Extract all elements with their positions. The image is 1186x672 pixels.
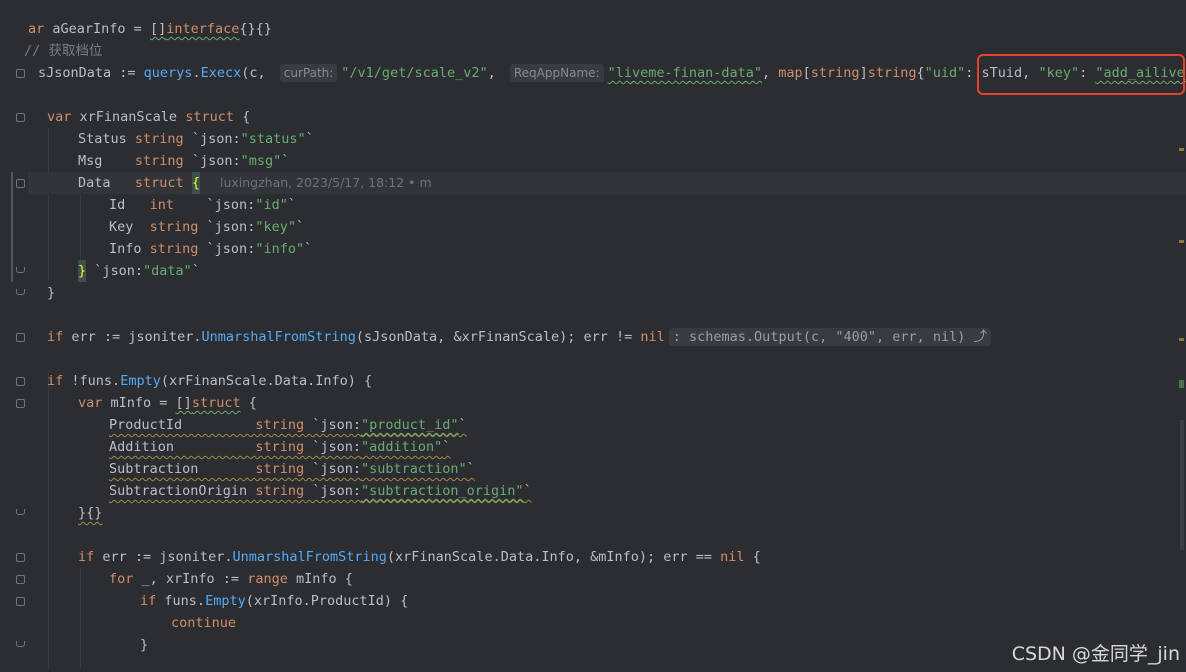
code-line-13: } [47,285,56,301]
matched-brace: { [191,172,200,194]
code-line-7: Msg string `json: "msg" ` [78,153,290,169]
code-line-19: ProductId string `json: "product_id" ` [109,417,467,433]
folded-code-block[interactable]: : schemas.Output(c, "400", err, nil) ⤴ [668,328,992,346]
vcs-change-marker [11,172,13,282]
code-line-21: Subtraction string `json: "subtraction" ` [109,461,475,477]
code-editor[interactable]: ar aGearInfo = [] interface{}{} // 获取档位 s… [0,0,1186,672]
code-line-26: for _, xrInfo := range mInfo { [109,571,353,587]
scrollbar-warning-marker[interactable] [1179,148,1184,151]
scrollbar-warning-marker[interactable] [1179,240,1184,243]
fold-toggle-icon[interactable] [16,553,25,562]
code-line-1: ar aGearInfo = [] interface{}{} [28,21,272,37]
fold-toggle-icon[interactable] [16,399,25,408]
code-line-8-current: Data struct {luxingzhan, 2023/5/17, 18:1… [28,172,1186,194]
scrollbar-marker[interactable] [1179,380,1184,388]
scrollbar-warning-marker[interactable] [1179,338,1184,341]
code-line-10: Key string `json: "key" ` [109,219,305,235]
param-hint-reqappname: ReqAppName: [509,64,604,82]
code-line-22: SubtractionOrigin string `json: "subtract… [109,483,532,499]
code-line-12: } `json: "data" ` [78,260,200,282]
code-line-18: var mInfo = [] struct { [78,395,257,411]
indent-guide [80,194,81,260]
fold-toggle-icon[interactable] [16,597,25,606]
indent-guide [80,568,81,668]
git-blame-annotation: luxingzhan, 2023/5/17, 18:12 • m [219,175,432,190]
fold-toggle-icon[interactable] [16,69,25,78]
scrollbar-thumb[interactable] [1180,420,1184,550]
indent-guide [48,128,49,282]
code-line-17: if ! funs. Empty (xrFinanScale.Data.Info) { [47,373,373,389]
csdn-watermark: CSDN @金同学_jin [1011,643,1180,665]
fold-end-icon[interactable] [16,509,25,515]
code-line-29: } [140,637,149,653]
fold-toggle-icon[interactable] [16,377,25,386]
code-line-27: if funs. Empty (xrInfo.ProductId) { [140,593,409,609]
fold-end-icon[interactable] [16,289,25,295]
code-line-5: var xrFinanScale struct { [47,109,251,125]
param-hint-curpath: curPath: [279,64,338,82]
code-line-28: continue [171,615,237,631]
code-line-2: // 获取档位 [24,43,103,59]
code-line-25: if err := jsoniter. UnmarshalFromString (x… [78,549,761,565]
fold-toggle-icon[interactable] [16,575,25,584]
fold-toggle-icon[interactable] [16,179,25,188]
highlight-annotation-box [977,54,1185,95]
fold-end-icon[interactable] [16,641,25,647]
code-line-20: Addition string `json: "addition" ` [109,439,451,455]
code-line-9: Id int `json: "id" ` [109,197,296,213]
code-line-23: }{} [78,505,103,521]
fold-end-icon[interactable] [16,267,25,273]
fold-toggle-icon[interactable] [16,113,25,122]
code-line-11: Info string `json: "info" ` [109,241,313,257]
code-line-6: Status string `json: "status" ` [78,131,314,147]
code-line-15: if err := jsoniter. UnmarshalFromString (s… [47,326,992,348]
fold-toggle-icon[interactable] [16,333,25,342]
